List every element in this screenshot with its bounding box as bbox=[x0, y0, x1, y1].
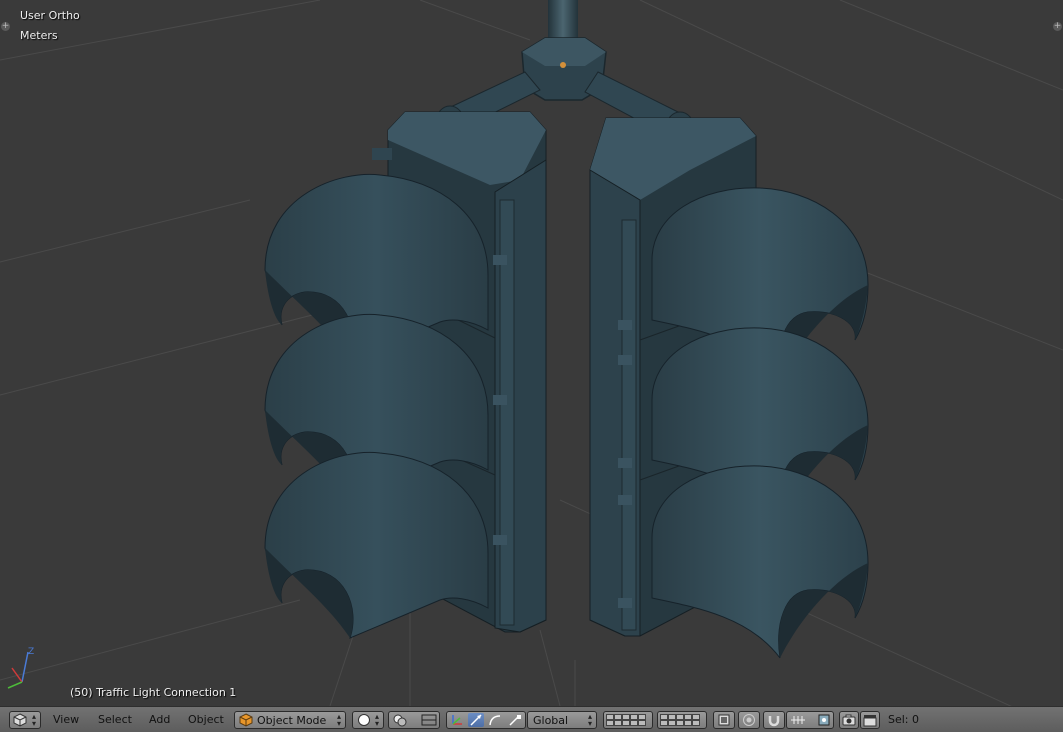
updown-arrow-icon: ▴ ▾ bbox=[31, 712, 36, 728]
manipulator-toggle-icon[interactable] bbox=[420, 713, 438, 727]
layer-buttons-group-1[interactable] bbox=[603, 711, 653, 729]
z-axis-label: Z bbox=[28, 647, 34, 657]
tool-shelf-expand-icon[interactable]: + bbox=[1, 22, 10, 31]
render-button[interactable] bbox=[839, 711, 859, 729]
updown-arrow-icon: ▴ ▾ bbox=[336, 712, 341, 728]
menu-object[interactable]: Object bbox=[188, 713, 224, 726]
scene-canvas[interactable]: Z bbox=[0, 0, 1063, 706]
solid-shading-icon bbox=[358, 714, 370, 726]
object-mode-icon bbox=[239, 713, 253, 727]
orientation-value: Global bbox=[533, 714, 569, 727]
menu-add[interactable]: Add bbox=[149, 713, 170, 726]
camera-icon bbox=[842, 714, 856, 726]
object-origin bbox=[560, 62, 566, 68]
orientation-dropdown[interactable]: Global ▴ ▾ bbox=[527, 711, 597, 729]
snap-increment-icon[interactable] bbox=[789, 713, 807, 727]
pivot-group bbox=[388, 711, 440, 729]
clapperboard-icon bbox=[863, 715, 877, 727]
mode-dropdown[interactable]: Object Mode ▴ ▾ bbox=[234, 711, 346, 729]
active-object-label: (50) Traffic Light Connection 1 bbox=[70, 686, 237, 699]
rotate-manipulator-icon[interactable] bbox=[488, 714, 502, 726]
3d-viewport[interactable]: Z User Ortho Meters (50) Traffic Light C… bbox=[0, 0, 1063, 706]
left-visors bbox=[264, 173, 489, 639]
menu-view[interactable]: View bbox=[53, 713, 79, 726]
snap-target-icon[interactable] bbox=[817, 713, 831, 727]
snap-toggle-button[interactable] bbox=[763, 711, 785, 729]
manipulator-axis-icon[interactable] bbox=[450, 714, 464, 726]
render-animation-button[interactable] bbox=[860, 711, 880, 729]
editor-type-button[interactable]: ▴ ▾ bbox=[9, 711, 41, 729]
updown-arrow-icon: ▴ ▾ bbox=[374, 712, 379, 728]
arrow-icon bbox=[470, 714, 482, 726]
mode-dropdown-value: Object Mode bbox=[257, 714, 327, 727]
transform-manipulators bbox=[446, 711, 526, 729]
magnet-icon bbox=[768, 716, 780, 727]
snap-element-group bbox=[786, 711, 834, 729]
view-label: User Ortho bbox=[20, 9, 80, 22]
units-label: Meters bbox=[20, 29, 58, 42]
layer-buttons-group-2[interactable] bbox=[657, 711, 707, 729]
layers-icon bbox=[718, 714, 730, 726]
viewport-shading-dropdown[interactable]: ▴ ▾ bbox=[352, 711, 384, 729]
menu-select[interactable]: Select bbox=[98, 713, 132, 726]
properties-expand-icon[interactable]: + bbox=[1053, 22, 1062, 31]
proportional-editing-button[interactable] bbox=[738, 711, 760, 729]
lock-to-scene-button[interactable] bbox=[713, 711, 735, 729]
axis-gizmo: Z bbox=[7, 647, 34, 689]
scale-manipulator-icon[interactable] bbox=[508, 714, 522, 726]
proportional-edit-icon bbox=[743, 714, 755, 726]
selection-count: Sel: 0 bbox=[888, 713, 920, 726]
updown-arrow-icon: ▴ ▾ bbox=[587, 712, 592, 728]
3d-view-header: ▴ ▾ View Select Add Object Object Mode ▴ ▾… bbox=[0, 706, 1063, 732]
right-visors bbox=[651, 187, 869, 659]
pivot-icon[interactable] bbox=[392, 713, 410, 727]
translate-manipulator-button[interactable] bbox=[468, 713, 484, 727]
cube-icon bbox=[13, 713, 27, 727]
